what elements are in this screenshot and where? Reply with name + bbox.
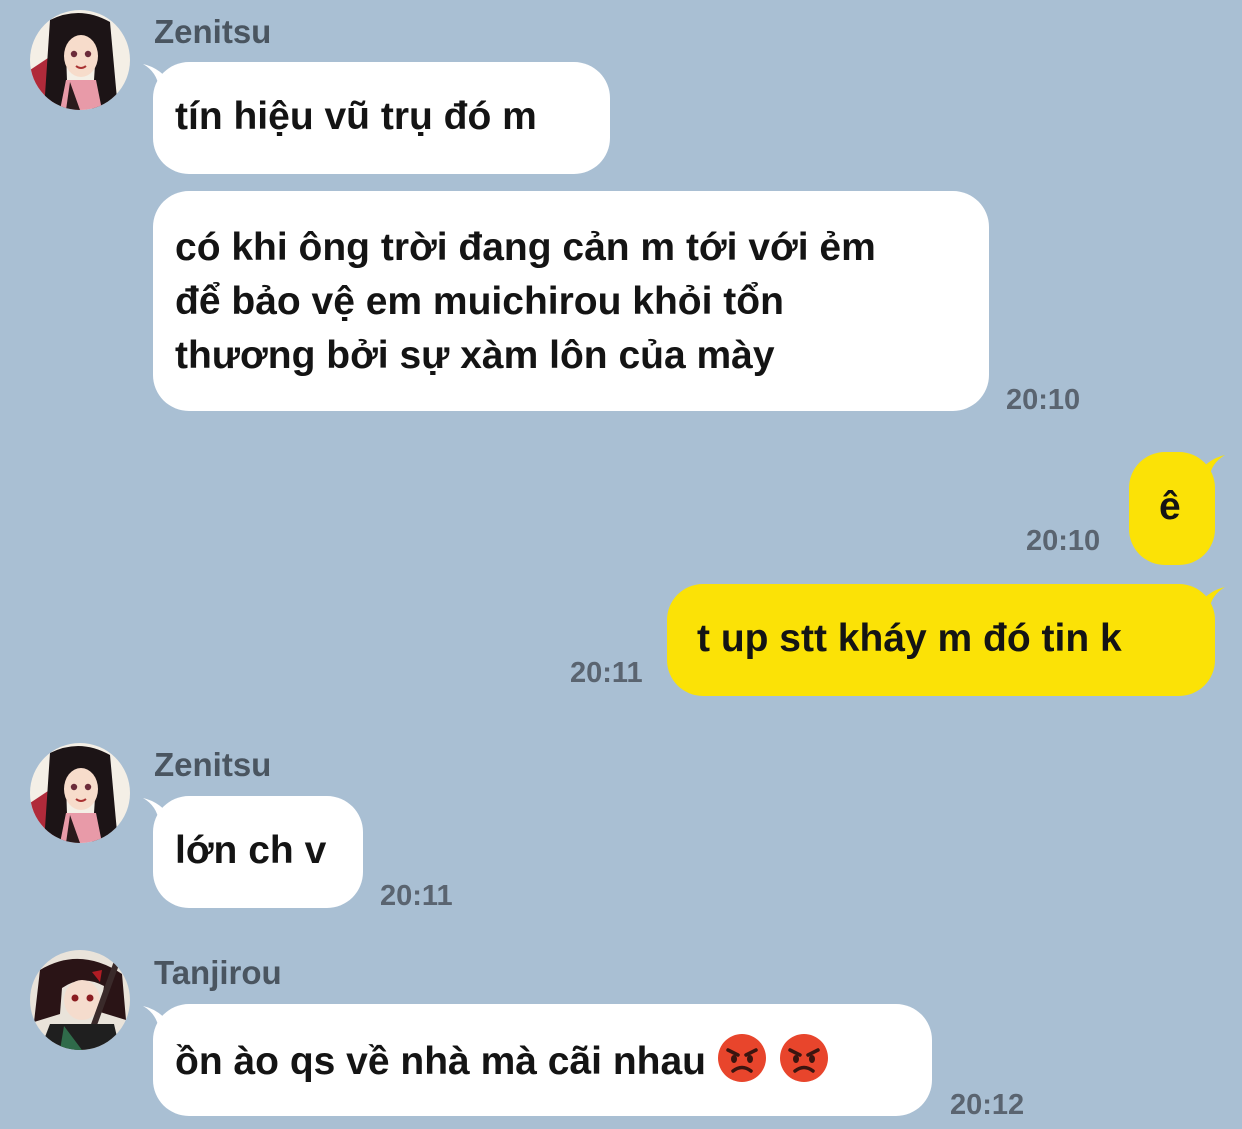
message-bubble-incoming[interactable]: có khi ông trời đang cản m tới với ẻm để…	[153, 191, 989, 411]
message-timestamp: 20:10	[1006, 384, 1081, 416]
sender-name: Zenitsu	[154, 13, 272, 50]
message-text: lớn ch v	[175, 829, 327, 872]
chat-view: Zenitsu tín hiệu vũ trụ đó m có khi ông …	[0, 0, 1242, 1129]
message-timestamp: 20:11	[380, 880, 453, 912]
avatar-tanjirou[interactable]	[30, 950, 130, 1050]
avatar-zenitsu[interactable]	[30, 10, 130, 110]
angry-face-icon	[716, 1032, 768, 1084]
message-bubble-incoming[interactable]: ồn ào qs về nhà mà cãi nhau	[153, 1004, 932, 1116]
message-text: tín hiệu vũ trụ đó m	[175, 95, 537, 138]
message-timestamp: 20:12	[950, 1089, 1025, 1121]
sender-name: Zenitsu	[154, 746, 272, 783]
message-bubble-outgoing[interactable]: t up stt kháy m đó tin k	[667, 584, 1215, 696]
sender-name: Tanjirou	[154, 954, 282, 991]
message-bubble-incoming[interactable]: lớn ch v	[153, 796, 363, 908]
message-line: để bảo vệ em muichirou khỏi tổn	[175, 280, 784, 323]
message-line: có khi ông trời đang cản m tới với ẻm	[175, 226, 876, 269]
message-bubble-outgoing[interactable]: ê	[1129, 452, 1215, 565]
message-text: t up stt kháy m đó tin k	[697, 617, 1122, 660]
avatar-zenitsu-image	[30, 743, 130, 843]
avatar-tanjirou-image	[30, 950, 130, 1050]
avatar-zenitsu-image	[30, 10, 130, 110]
message-bubble-incoming[interactable]: tín hiệu vũ trụ đó m	[153, 62, 610, 174]
avatar-zenitsu[interactable]	[30, 743, 130, 843]
message-timestamp: 20:11	[570, 657, 643, 689]
angry-face-icon	[778, 1032, 830, 1084]
message-text: ê	[1159, 485, 1181, 528]
message-timestamp: 20:10	[1026, 525, 1101, 557]
message-text: ồn ào qs về nhà mà cãi nhau	[175, 1040, 706, 1083]
message-line: thương bởi sự xàm lôn của mày	[175, 334, 775, 377]
